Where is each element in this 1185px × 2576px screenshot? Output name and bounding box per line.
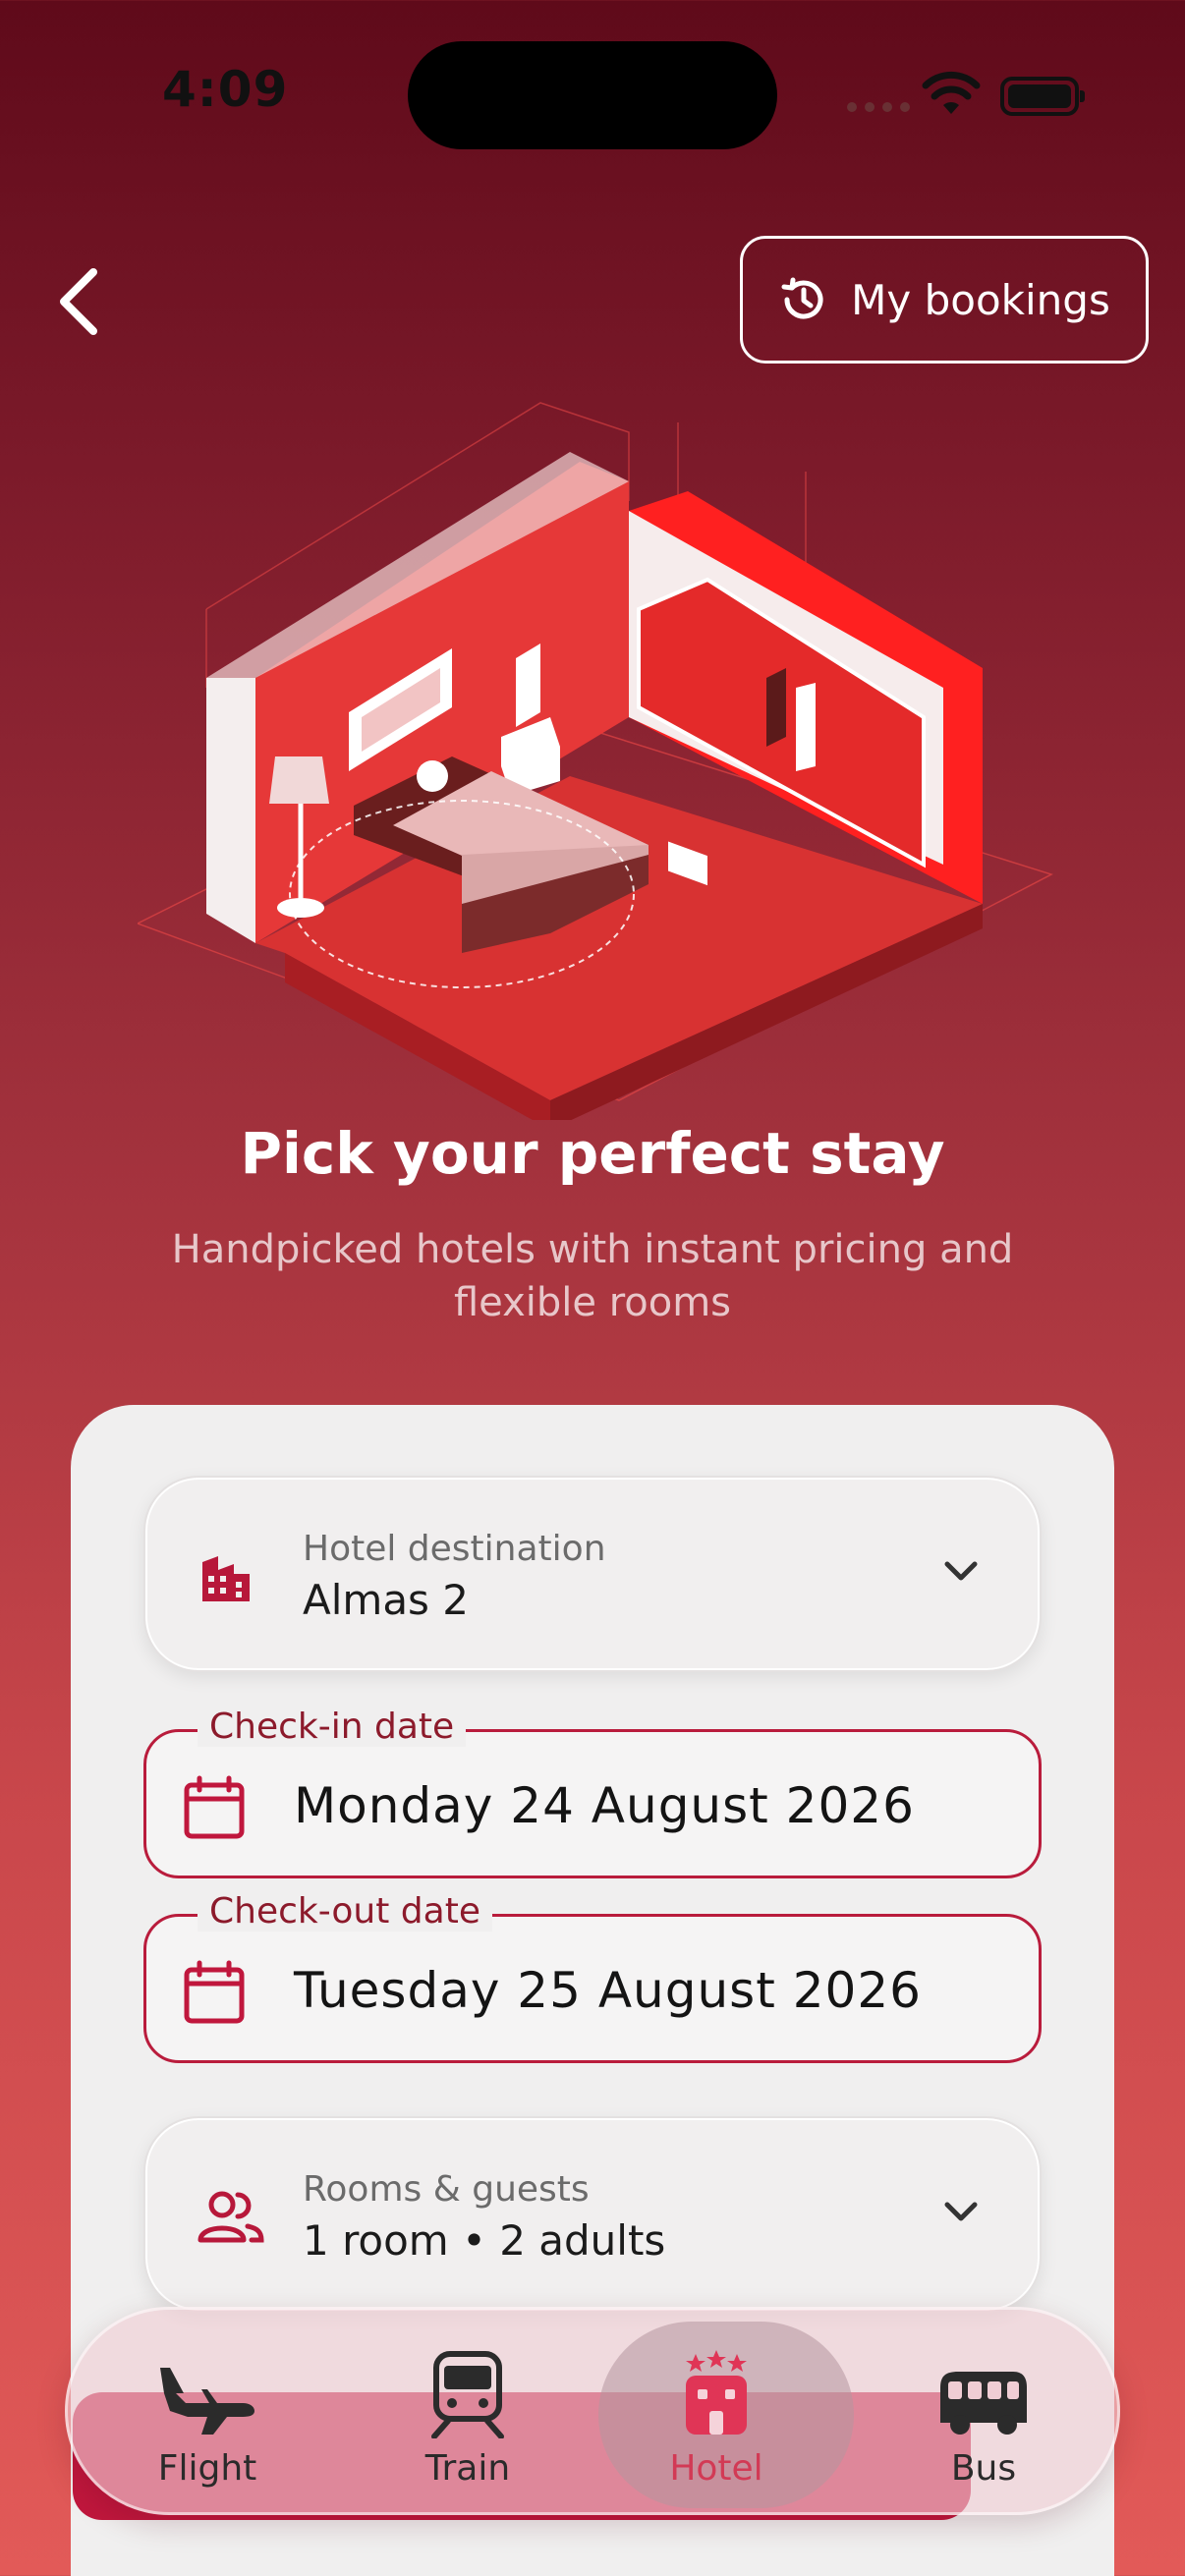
chevron-down-icon (944, 1561, 978, 1581)
nav-label-hotel: Hotel (669, 2448, 763, 2489)
page-title: Pick your perfect stay (240, 1120, 945, 1187)
chevron-left-icon (60, 268, 97, 335)
plane-icon (160, 2368, 254, 2435)
nav-label-bus: Bus (950, 2448, 1017, 2489)
destination-label: Hotel destination (303, 1529, 606, 1569)
building-icon (202, 1556, 250, 1601)
back-button[interactable] (47, 257, 110, 346)
checkin-date-field[interactable]: Check-in date Monday 24 August 2026 (143, 1707, 1042, 1878)
nav-label-flight: Flight (157, 2448, 257, 2489)
people-icon (198, 2191, 264, 2243)
checkout-value: Tuesday 25 August 2026 (294, 1962, 922, 2019)
page-subtitle: Handpicked hotels with instant pricing a… (171, 1227, 1014, 1325)
chevron-down-icon (944, 2202, 978, 2221)
wifi-icon (922, 71, 981, 114)
nav-item-flight[interactable]: Flight (89, 2310, 325, 2518)
bottom-nav: Flight Train Hotel Bus (65, 2307, 1120, 2515)
hotel-icon (686, 2350, 747, 2435)
status-time: 4:09 (162, 61, 289, 118)
my-bookings-button[interactable]: My bookings (740, 236, 1149, 364)
bus-icon (940, 2372, 1027, 2435)
calendar-icon (184, 1960, 245, 2024)
hotel-room-illustration (138, 402, 1053, 1120)
checkout-date-field[interactable]: Check-out date Tuesday 25 August 2026 (143, 1891, 1042, 2063)
destination-select[interactable]: Hotel destination Almas 2 (143, 1476, 1042, 1672)
checkin-value: Monday 24 August 2026 (294, 1777, 915, 1834)
rooms-guests-label: Rooms & guests (303, 2169, 590, 2210)
checkout-label: Check-out date (198, 1891, 492, 1932)
history-icon (781, 277, 823, 319)
dynamic-island (408, 41, 777, 149)
rooms-guests-select[interactable]: Rooms & guests 1 room • 2 adults (143, 2116, 1042, 2313)
checkin-label: Check-in date (198, 1707, 467, 1747)
nav-item-hotel[interactable]: Hotel (598, 2310, 854, 2518)
destination-value: Almas 2 (303, 1576, 470, 1624)
status-bar: 4:09 (0, 0, 1185, 187)
nav-label-train: Train (424, 2448, 511, 2489)
calendar-icon (184, 1775, 245, 1839)
my-bookings-label: My bookings (851, 275, 1110, 324)
rooms-guests-value: 1 room • 2 adults (303, 2216, 666, 2265)
signal-icon (847, 102, 910, 112)
train-icon (431, 2351, 504, 2438)
nav-item-train[interactable]: Train (350, 2310, 586, 2518)
battery-icon (1000, 77, 1085, 116)
nav-item-bus[interactable]: Bus (866, 2310, 1101, 2518)
